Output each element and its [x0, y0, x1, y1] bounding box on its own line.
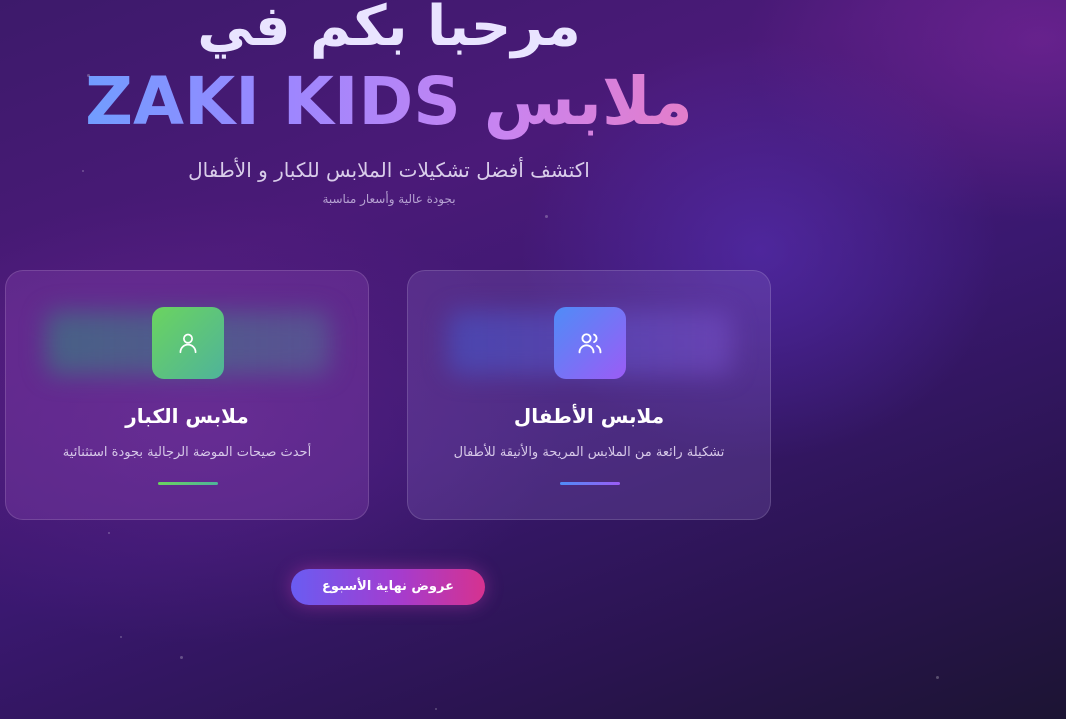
card-accent-line — [560, 482, 620, 485]
card-title: ملابس الكبار — [125, 404, 249, 428]
background-particle — [545, 215, 548, 218]
card-title: ملابس الأطفال — [513, 404, 665, 428]
adults-icon-box — [152, 307, 224, 379]
hero-subtitle: اكتشف أفضل تشكيلات الملابس للكبار و الأط… — [188, 158, 590, 182]
weekend-offers-button[interactable]: عروض نهاية الأسبوع — [291, 569, 485, 605]
user-icon — [179, 333, 197, 354]
card-description: تشكيلة رائعة من الملابس المريحة والأنيقة… — [453, 445, 725, 460]
category-card-kids[interactable]: ملابس الأطفال تشكيلة رائعة من الملابس ال… — [407, 270, 771, 520]
category-card-adults[interactable]: ملابس الكبار أحدث صيحات الموضة الرجالية … — [5, 270, 369, 520]
hero-title-welcome: مرحبا بكم في — [197, 0, 581, 59]
background-particle — [936, 676, 939, 679]
background-particle — [120, 636, 122, 638]
kids-icon-box — [554, 307, 626, 379]
background-particle — [180, 656, 183, 659]
card-accent-line — [158, 482, 218, 485]
users-icon — [578, 333, 602, 354]
hero-tagline: بجودة عالية وأسعار مناسبة — [322, 192, 456, 206]
hero-title-brand: ملابس ZAKI KIDS — [0, 62, 778, 142]
card-description: أحدث صيحات الموضة الرجالية بجودة استثنائ… — [62, 445, 312, 460]
background-particle — [435, 708, 437, 710]
background-particle — [108, 532, 110, 534]
